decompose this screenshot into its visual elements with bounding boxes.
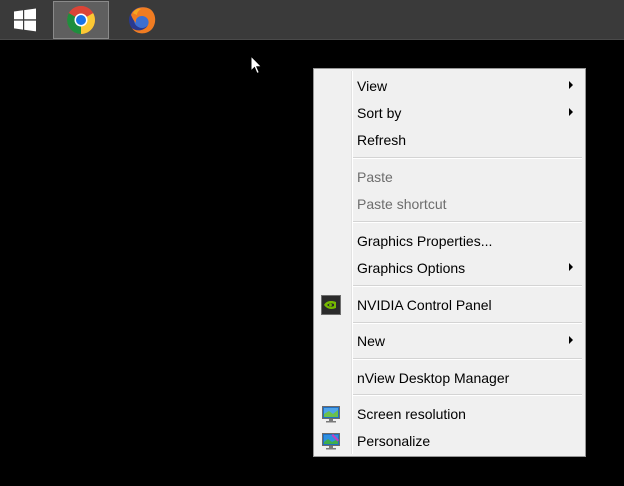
menu-item-graphics-options[interactable]: Graphics Options xyxy=(316,254,583,281)
menu-separator xyxy=(353,221,582,223)
menu-item-view[interactable]: View xyxy=(316,72,583,99)
menu-item-label: View xyxy=(357,77,388,94)
menu-item-label: NVIDIA Control Panel xyxy=(357,296,492,313)
menu-item-screen-resolution[interactable]: Screen resolution xyxy=(316,400,583,427)
menu-item-nvidia-control-panel[interactable]: NVIDIA Control Panel xyxy=(316,291,583,318)
menu-item-label: Paste shortcut xyxy=(357,195,447,212)
menu-separator xyxy=(353,157,582,159)
chrome-icon xyxy=(67,6,95,34)
taskbar-firefox-button[interactable] xyxy=(114,1,170,39)
taskbar-chrome-button[interactable] xyxy=(53,1,109,39)
menu-item-paste[interactable]: Paste xyxy=(316,163,583,190)
mouse-cursor-icon xyxy=(250,55,263,75)
menu-item-label: Graphics Properties... xyxy=(357,232,493,249)
menu-item-personalize[interactable]: Personalize xyxy=(316,427,583,454)
menu-separator xyxy=(353,394,582,396)
firefox-icon xyxy=(129,7,156,34)
desktop-context-menu: View Sort by Refresh Paste Paste shortcu… xyxy=(313,68,586,457)
menu-item-label: Personalize xyxy=(357,432,431,449)
start-button[interactable] xyxy=(0,1,50,39)
taskbar xyxy=(0,0,624,40)
menu-separator xyxy=(353,285,582,287)
submenu-arrow-icon xyxy=(569,108,573,116)
monitor-icon xyxy=(322,406,340,423)
menu-item-label: Sort by xyxy=(357,104,402,121)
windows-start-icon xyxy=(14,8,36,32)
nvidia-icon xyxy=(321,295,341,315)
submenu-arrow-icon xyxy=(569,263,573,271)
menu-item-new[interactable]: New xyxy=(316,327,583,354)
submenu-arrow-icon xyxy=(569,336,573,344)
menu-item-nview-desktop-manager[interactable]: nView Desktop Manager xyxy=(316,364,583,391)
menu-item-paste-shortcut[interactable]: Paste shortcut xyxy=(316,190,583,217)
menu-item-label: New xyxy=(357,332,386,349)
desktop[interactable]: View Sort by Refresh Paste Paste shortcu… xyxy=(0,0,624,486)
menu-separator xyxy=(353,358,582,360)
submenu-arrow-icon xyxy=(569,81,573,89)
menu-item-label: Graphics Options xyxy=(357,259,466,276)
personalize-icon xyxy=(322,433,340,450)
menu-item-graphics-properties[interactable]: Graphics Properties... xyxy=(316,227,583,254)
menu-item-sort-by[interactable]: Sort by xyxy=(316,99,583,126)
menu-separator xyxy=(353,322,582,324)
menu-item-label: Screen resolution xyxy=(357,405,466,422)
menu-item-label: Refresh xyxy=(357,131,407,148)
menu-item-label: Paste xyxy=(357,168,393,185)
menu-item-refresh[interactable]: Refresh xyxy=(316,126,583,153)
menu-item-label: nView Desktop Manager xyxy=(357,369,510,386)
